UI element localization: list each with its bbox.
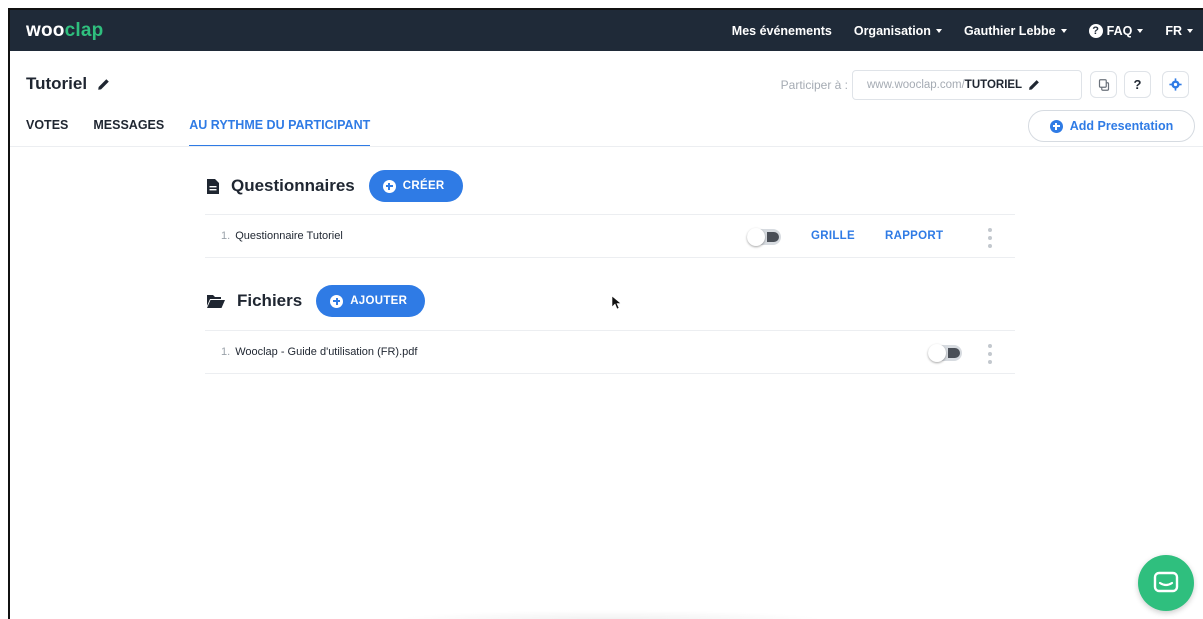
top-navbar: wooclap Mes événements Organisation Gaut…	[10, 10, 1203, 51]
questionnaire-row[interactable]: 1. Questionnaire Tutoriel GRILLE RAPPORT	[205, 214, 1015, 258]
edit-title-pencil-icon[interactable]	[97, 78, 110, 91]
mouse-cursor-icon	[612, 296, 622, 310]
questionnaires-header: Questionnaires CRÉER	[207, 170, 463, 202]
help-button[interactable]: ?	[1124, 71, 1151, 98]
participate-label: Participer à :	[780, 78, 848, 92]
event-tabs: VOTES MESSAGES AU RYTHME DU PARTICIPANT	[26, 118, 395, 147]
nav-language-dropdown[interactable]: FR	[1165, 24, 1193, 38]
plus-circle-icon	[382, 179, 396, 193]
file-row[interactable]: 1. Wooclap - Guide d'utilisation (FR).pd…	[205, 330, 1015, 374]
settings-button[interactable]	[1162, 71, 1189, 98]
nav-user-dropdown[interactable]: Gauthier Lebbe	[964, 24, 1067, 38]
tab-self-paced[interactable]: AU RYTHME DU PARTICIPANT	[189, 118, 371, 147]
file-name: Wooclap - Guide d'utilisation (FR).pdf	[235, 346, 418, 358]
questionnaire-toggle[interactable]	[747, 228, 781, 246]
caret-down-icon	[1060, 28, 1067, 33]
nav-faq-dropdown[interactable]: ? FAQ	[1088, 23, 1144, 38]
caret-down-icon	[935, 28, 942, 33]
question-circle-icon: ?	[1088, 23, 1103, 38]
tab-messages[interactable]: MESSAGES	[93, 118, 164, 147]
more-options-icon[interactable]	[988, 344, 992, 364]
folder-open-icon	[207, 295, 225, 308]
file-toggle[interactable]	[928, 344, 962, 362]
tab-votes[interactable]: VOTES	[26, 118, 68, 147]
questionnaires-title: Questionnaires	[231, 176, 355, 195]
add-file-button[interactable]: AJOUTER	[316, 285, 426, 317]
nav-my-events[interactable]: Mes événements	[732, 24, 832, 38]
plus-circle-icon	[330, 294, 344, 308]
nav-organisation-dropdown[interactable]: Organisation	[854, 24, 942, 38]
copy-url-button[interactable]	[1090, 71, 1117, 98]
caret-down-icon	[1187, 28, 1193, 33]
gear-icon	[1169, 78, 1182, 91]
create-questionnaire-button[interactable]: CRÉER	[368, 170, 463, 202]
report-link[interactable]: RAPPORT	[885, 230, 943, 242]
document-icon	[207, 178, 219, 194]
files-header: Fichiers AJOUTER	[207, 285, 426, 317]
files-title: Fichiers	[237, 291, 303, 310]
questionnaire-name: Questionnaire Tutoriel	[235, 230, 343, 242]
app-frame: wooclap Mes événements Organisation Gaut…	[8, 8, 1203, 619]
wooclap-logo[interactable]: wooclap	[26, 20, 103, 42]
plus-circle-icon	[1049, 119, 1063, 133]
edit-url-pencil-icon[interactable]	[1028, 79, 1040, 91]
chat-launcher-button[interactable]	[1138, 555, 1194, 611]
event-title: Tutoriel	[26, 74, 110, 94]
add-presentation-button[interactable]: Add Presentation	[1028, 110, 1195, 142]
bottom-shadow	[390, 610, 830, 619]
grid-link[interactable]: GRILLE	[811, 230, 855, 242]
caret-down-icon	[1137, 28, 1144, 33]
top-nav-menu: Mes événements Organisation Gauthier Leb…	[710, 10, 1193, 51]
copy-icon	[1098, 78, 1109, 91]
tabs-divider	[10, 146, 1203, 147]
participant-url-field[interactable]: www.wooclap.com/TUTORIEL	[852, 70, 1082, 100]
chat-icon	[1153, 571, 1179, 593]
more-options-icon[interactable]	[988, 228, 992, 248]
